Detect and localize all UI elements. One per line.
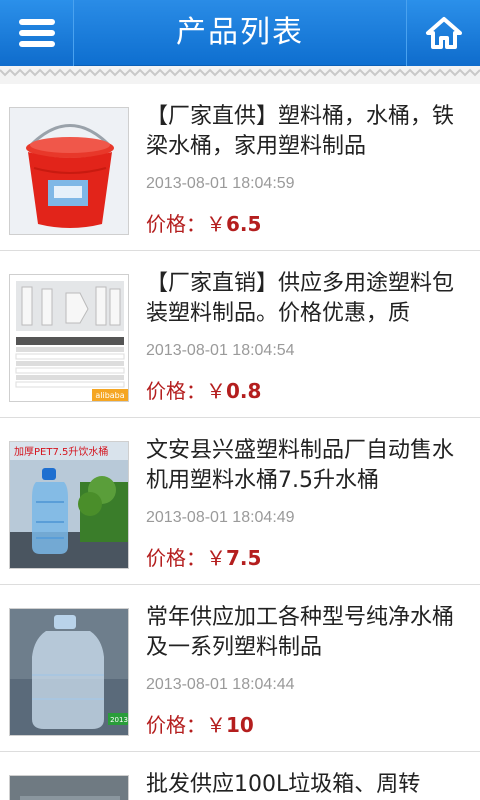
home-icon xyxy=(425,17,462,49)
clear-water-jug-image: 2013 xyxy=(9,608,129,736)
product-name: 批发供应100L垃圾箱、周转 xyxy=(146,772,421,797)
app-header: 产品列表 xyxy=(0,0,480,66)
product-price: 价格：￥10 xyxy=(146,709,254,738)
price-label: 价格： xyxy=(146,546,206,570)
product-name: 【厂家直供】塑料桶，水桶，铁梁水桶，家用塑料制品 xyxy=(146,104,455,159)
price-value: 10 xyxy=(226,713,254,737)
product-item[interactable]: alibaba 【厂家直销】供应多用途塑料包装塑料制品。价格优惠，质 2013-… xyxy=(0,251,480,418)
red-bucket-image xyxy=(9,107,129,235)
price-value: 0.8 xyxy=(226,379,262,403)
price-value: 7.5 xyxy=(226,546,262,570)
menu-button[interactable] xyxy=(0,0,74,66)
thumb-caption-text: 加厚PET7.5升饮水桶 xyxy=(14,445,108,458)
price-label: 价格： xyxy=(146,212,206,236)
price-label: 价格： xyxy=(146,379,206,403)
product-item[interactable]: 【厂家直供】塑料桶，水桶，铁梁水桶，家用塑料制品 2013-08-01 18:0… xyxy=(0,84,480,251)
price-value: 6.5 xyxy=(226,212,262,236)
currency-symbol: ￥ xyxy=(206,546,226,570)
thumb-watermark-text: alibaba xyxy=(95,391,124,400)
trash-bin-image xyxy=(9,775,129,800)
thumb-watermark-text: 2013 xyxy=(110,716,128,724)
header-zigzag-divider xyxy=(0,66,480,82)
product-date: 2013-08-01 18:04:49 xyxy=(146,509,295,526)
water-bottle-image: 加厚PET7.5升饮水桶 xyxy=(9,441,129,569)
menu-icon xyxy=(18,19,55,47)
product-item[interactable]: 加厚PET7.5升饮水桶 文安县兴盛塑料制品厂自动售水机用塑料水桶7.5升水桶 … xyxy=(0,418,480,585)
product-item[interactable]: 2013 常年供应加工各种型号纯净水桶及一系列塑料制品 2013-08-01 1… xyxy=(0,585,480,752)
home-button[interactable] xyxy=(406,0,480,66)
product-name: 【厂家直销】供应多用途塑料包装塑料制品。价格优惠，质 xyxy=(146,271,455,326)
product-name: 文安县兴盛塑料制品厂自动售水机用塑料水桶7.5升水桶 xyxy=(146,438,455,493)
currency-symbol: ￥ xyxy=(206,713,226,737)
product-date: 2013-08-01 18:04:54 xyxy=(146,342,295,359)
product-price: 价格：￥0.8 xyxy=(146,375,261,404)
plastic-packaging-spec-image: alibaba xyxy=(9,274,129,402)
product-name: 常年供应加工各种型号纯净水桶及一系列塑料制品 xyxy=(146,605,455,660)
currency-symbol: ￥ xyxy=(206,379,226,403)
currency-symbol: ￥ xyxy=(206,212,226,236)
product-date: 2013-08-01 18:04:44 xyxy=(146,676,295,693)
price-label: 价格： xyxy=(146,713,206,737)
product-date: 2013-08-01 18:04:59 xyxy=(146,175,295,192)
product-list: 【厂家直供】塑料桶，水桶，铁梁水桶，家用塑料制品 2013-08-01 18:0… xyxy=(0,84,480,800)
product-price: 价格：￥7.5 xyxy=(146,542,261,571)
product-item[interactable]: 批发供应100L垃圾箱、周转 xyxy=(0,752,480,800)
product-price: 价格：￥6.5 xyxy=(146,208,261,237)
